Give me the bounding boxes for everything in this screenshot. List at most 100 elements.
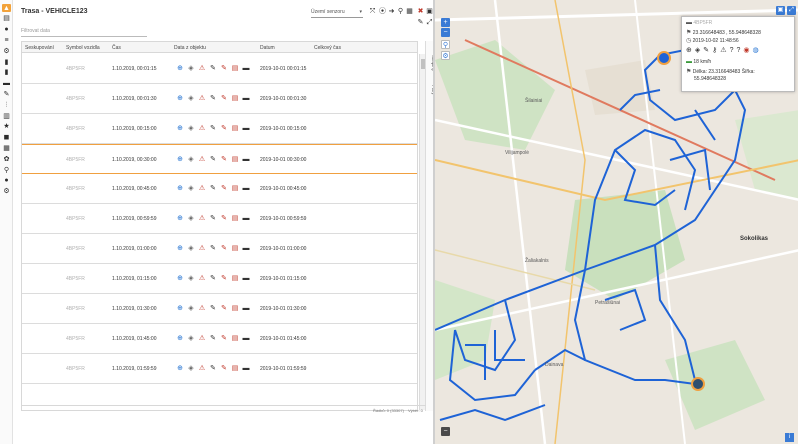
alert-doc-icon[interactable]: ▤ (231, 184, 239, 193)
fuel-icon[interactable]: ⚠ (198, 184, 206, 193)
car-icon[interactable]: ▮ (2, 58, 11, 66)
calendar-icon[interactable]: ▦ (406, 8, 413, 16)
arrow-icon[interactable]: ➜ (388, 8, 395, 16)
plus-circle-icon[interactable]: ⊕ (176, 155, 184, 164)
zoom-out-button[interactable]: − (441, 28, 450, 37)
zoom-out-bottom-button[interactable]: − (441, 427, 450, 436)
plus-circle-icon[interactable]: ⊕ (176, 64, 184, 73)
fuel-icon[interactable]: ⚠ (198, 304, 206, 313)
col-time[interactable]: Čas (112, 45, 121, 51)
truck-icon[interactable]: ▬ (242, 64, 250, 73)
truck-icon[interactable]: ▬ (242, 274, 250, 283)
search-map-icon[interactable]: ⚲ (441, 40, 450, 49)
fullscreen-map-icon[interactable]: ⤢ (787, 6, 796, 15)
sensor-icon[interactable]: ◈ (187, 64, 195, 73)
plug-icon[interactable]: ✎ (209, 94, 217, 103)
user-icon[interactable]: ● (2, 177, 11, 185)
unplug-icon[interactable]: ✎ (220, 304, 228, 313)
plus-circle-icon[interactable]: ⊕ (176, 124, 184, 133)
close-icon[interactable]: ✖ (417, 8, 424, 16)
plug-icon[interactable]: ✎ (209, 184, 217, 193)
truck-icon[interactable]: ▬ (242, 155, 250, 164)
table-row[interactable]: 4BP5FR 1.10.2019, 01:00:00 2019-10-01 01:0… (22, 234, 417, 264)
fuel-icon[interactable]: ⚠ (198, 244, 206, 253)
unplug-icon[interactable]: ✎ (220, 184, 228, 193)
table-row[interactable]: 4BP5FR 1.10.2019, 01:59:59 2019-10-01 01:5… (22, 354, 417, 384)
unplug-icon[interactable]: ✎ (220, 364, 228, 373)
table-row[interactable]: 4BP5FR 1.10.2019, 00:01:30 2019-10-01 00:0… (22, 84, 417, 114)
table-row[interactable]: 4BP5FR 1.10.2019, 00:45:00 2019-10-01 00:4… (22, 174, 417, 204)
plug-icon[interactable]: ✎ (209, 155, 217, 164)
sensor-select[interactable]: Území senzoru ▾ (311, 9, 363, 18)
truck-icon[interactable]: ▬ (242, 184, 250, 193)
search-icon[interactable]: ⚲ (397, 8, 404, 16)
info-icon[interactable]: ● (2, 26, 11, 34)
plus-circle-icon[interactable]: ⊕ (176, 334, 184, 343)
col-object-data[interactable]: Data z objektu (174, 45, 206, 51)
alert-doc-icon[interactable]: ▤ (231, 64, 239, 73)
pin-icon[interactable]: ✎ (417, 19, 424, 27)
gear-icon[interactable]: ⚙ (2, 188, 11, 196)
fuel-icon[interactable]: ⚠ (198, 124, 206, 133)
end-marker[interactable] (691, 377, 705, 391)
plus-circle-icon[interactable]: ⊕ (176, 364, 184, 373)
calendar-icon[interactable]: ▦ (2, 144, 11, 152)
table-row[interactable]: 4BP5FR 1.10.2019, 01:30:00 2019-10-01 01:3… (22, 294, 417, 324)
unplug-icon[interactable]: ✎ (220, 155, 228, 164)
truck-icon[interactable]: ▬ (242, 124, 250, 133)
alert-doc-icon[interactable]: ▤ (231, 94, 239, 103)
sensor-icon[interactable]: ◈ (187, 214, 195, 223)
filter-input[interactable]: Filtrovat data (21, 28, 147, 37)
table-row[interactable]: 4BP5FR 1.10.2019, 01:15:00 2019-10-01 01:1… (22, 264, 417, 294)
route-icon[interactable]: ⚙ (2, 47, 11, 55)
fuel-icon[interactable]: ⚠ (198, 274, 206, 283)
plus-circle-icon[interactable]: ⊕ (176, 94, 184, 103)
sensor-icon[interactable]: ◈ (187, 244, 195, 253)
key-icon[interactable]: ⚲ (2, 166, 11, 174)
alert-doc-icon[interactable]: ▤ (231, 155, 239, 164)
plus-circle-icon[interactable]: ⊕ (176, 214, 184, 223)
bars-icon[interactable]: ▬ (2, 80, 11, 88)
truck-icon[interactable]: ▬ (242, 334, 250, 343)
plug-icon[interactable]: ✎ (209, 364, 217, 373)
alert-doc-icon[interactable]: ▤ (231, 304, 239, 313)
table-row[interactable]: 4BP5FR 1.10.2019, 00:59:59 2019-10-01 00:5… (22, 204, 417, 234)
table-row[interactable]: 4BP5FR 1.10.2019, 00:30:00 2019-10-01 00:3… (22, 144, 417, 174)
plug-icon[interactable]: ✎ (209, 244, 217, 253)
plug-icon[interactable]: ✎ (209, 214, 217, 223)
plus-circle-icon[interactable]: ⊕ (176, 304, 184, 313)
plus-circle-icon[interactable]: ⊕ (176, 184, 184, 193)
alert-doc-icon[interactable]: ▤ (231, 364, 239, 373)
plug-icon[interactable]: ✎ (209, 64, 217, 73)
unplug-icon[interactable]: ✎ (220, 124, 228, 133)
vehicle-marker[interactable] (657, 51, 671, 65)
unplug-icon[interactable]: ✎ (220, 274, 228, 283)
fuel-icon[interactable]: ⚠ (198, 155, 206, 164)
alert-doc-icon[interactable]: ▤ (231, 124, 239, 133)
unplug-icon[interactable]: ✎ (220, 334, 228, 343)
table-row[interactable]: 4BP5FR 1.10.2019, 01:45:00 2019-10-01 01:4… (22, 324, 417, 354)
info-icon[interactable]: i (785, 433, 794, 442)
unplug-icon[interactable]: ✎ (220, 64, 228, 73)
settings-map-icon[interactable]: ⚙ (441, 51, 450, 60)
table-row[interactable]: 4BP5FR 1.10.2019, 00:01:15 2019-10-01 00:0… (22, 54, 417, 84)
col-total-time[interactable]: Celkový čas (314, 45, 341, 51)
sensor-icon[interactable]: ◈ (187, 274, 195, 283)
truck-icon[interactable]: ▬ (242, 364, 250, 373)
truck-icon[interactable]: ▬ (242, 244, 250, 253)
layers-icon[interactable]: ▣ (776, 6, 785, 15)
sensor-icon[interactable]: ◈ (187, 334, 195, 343)
wrench-icon[interactable]: ✎ (2, 90, 11, 98)
sensor-icon[interactable]: ◈ (187, 184, 195, 193)
col-date[interactable]: Datum (260, 45, 275, 51)
window-icon[interactable]: ▣ (426, 8, 433, 16)
truck-icon[interactable]: ▬ (242, 214, 250, 223)
settings-icon[interactable]: ✿ (2, 155, 11, 163)
alert-doc-icon[interactable]: ▤ (231, 334, 239, 343)
plug-icon[interactable]: ✎ (209, 304, 217, 313)
unplug-icon[interactable]: ✎ (220, 244, 228, 253)
alert-doc-icon[interactable]: ▤ (231, 274, 239, 283)
table-icon[interactable]: ▤ (2, 15, 11, 23)
expand-icon[interactable]: ⤧ (369, 8, 376, 16)
plus-circle-icon[interactable]: ⊕ (176, 274, 184, 283)
